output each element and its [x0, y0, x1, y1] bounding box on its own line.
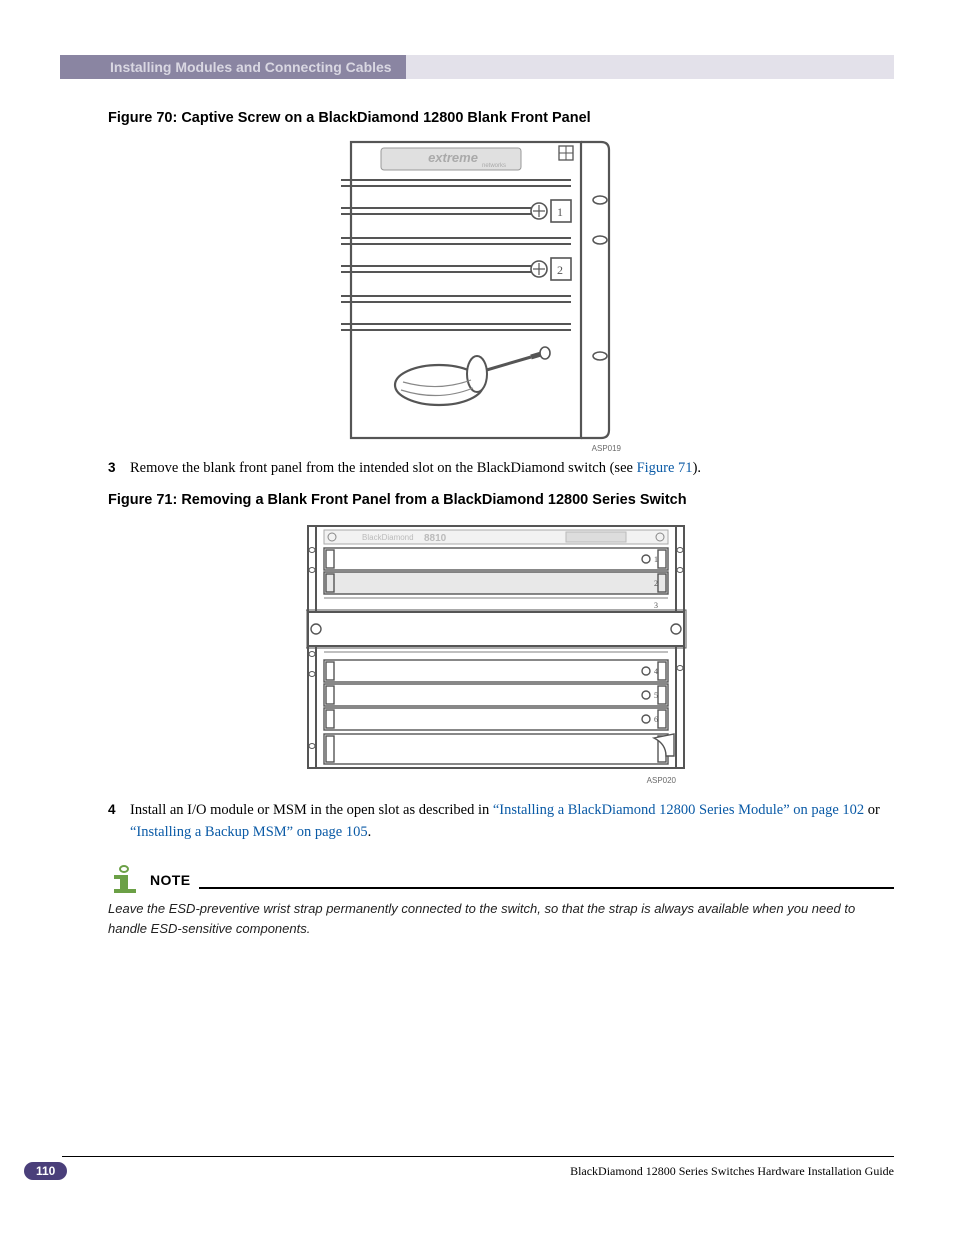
step-4-text-pre: Install an I/O module or MSM in the open…: [130, 802, 493, 818]
step-body: Remove the blank front panel from the in…: [130, 458, 894, 480]
svg-text:2: 2: [557, 263, 563, 277]
figure-70-refid: ASP019: [341, 444, 661, 453]
svg-text:6: 6: [654, 715, 658, 724]
figure-71-illustration: BlackDiamond 8810: [306, 522, 696, 782]
svg-text:3: 3: [654, 601, 658, 610]
step-3-text-pre: Remove the blank front panel from the in…: [130, 460, 637, 476]
svg-text:1: 1: [557, 205, 563, 219]
note-divider: [199, 887, 895, 889]
footer-doc-title: BlackDiamond 12800 Series Switches Hardw…: [570, 1164, 894, 1179]
figure-71-caption: Figure 71: Removing a Blank Front Panel …: [108, 492, 894, 508]
step-number: 3: [108, 458, 130, 480]
note-label: NOTE: [150, 872, 191, 888]
step-4: 4 Install an I/O module or MSM in the op…: [108, 800, 894, 844]
svg-text:1: 1: [654, 555, 658, 564]
page-footer: 110 BlackDiamond 12800 Series Switches H…: [24, 1162, 894, 1180]
svg-text:networks: networks: [482, 163, 506, 169]
install-backup-msm-link[interactable]: “Installing a Backup MSM” on page 105: [130, 824, 368, 840]
step-number: 4: [108, 800, 130, 844]
figure-70-illustration: extreme networks 1: [341, 140, 661, 440]
svg-text:8810: 8810: [424, 533, 447, 544]
svg-text:4: 4: [654, 667, 658, 676]
brand-text: extreme: [428, 150, 478, 165]
figure-71-link[interactable]: Figure 71: [637, 460, 693, 476]
page-content: Figure 70: Captive Screw on a BlackDiamo…: [108, 100, 894, 938]
figure-70-caption: Figure 70: Captive Screw on a BlackDiamo…: [108, 110, 894, 126]
screwdriver-icon: [395, 347, 550, 405]
svg-text:2: 2: [654, 579, 658, 588]
step-4-mid: or: [864, 802, 880, 818]
page-number-badge: 110: [24, 1162, 67, 1180]
section-header-bar: Installing Modules and Connecting Cables: [60, 55, 894, 79]
step-body: Install an I/O module or MSM in the open…: [130, 800, 894, 844]
section-header-title: Installing Modules and Connecting Cables: [60, 55, 406, 79]
figure-71-refid: ASP020: [306, 776, 696, 785]
step-4-text-post: .: [368, 824, 372, 840]
svg-text:5: 5: [654, 691, 658, 700]
footer-rule: [62, 1156, 894, 1157]
step-3: 3 Remove the blank front panel from the …: [108, 458, 894, 480]
note-header: NOTE: [108, 865, 894, 895]
info-icon: [108, 865, 144, 895]
svg-text:BlackDiamond: BlackDiamond: [362, 533, 414, 542]
document-page: Installing Modules and Connecting Cables…: [0, 0, 954, 1235]
note-body-text: Leave the ESD-preventive wrist strap per…: [108, 899, 894, 938]
section-header-accent: [406, 55, 894, 79]
install-module-link[interactable]: “Installing a BlackDiamond 12800 Series …: [493, 802, 864, 818]
step-3-text-post: ).: [693, 460, 701, 476]
